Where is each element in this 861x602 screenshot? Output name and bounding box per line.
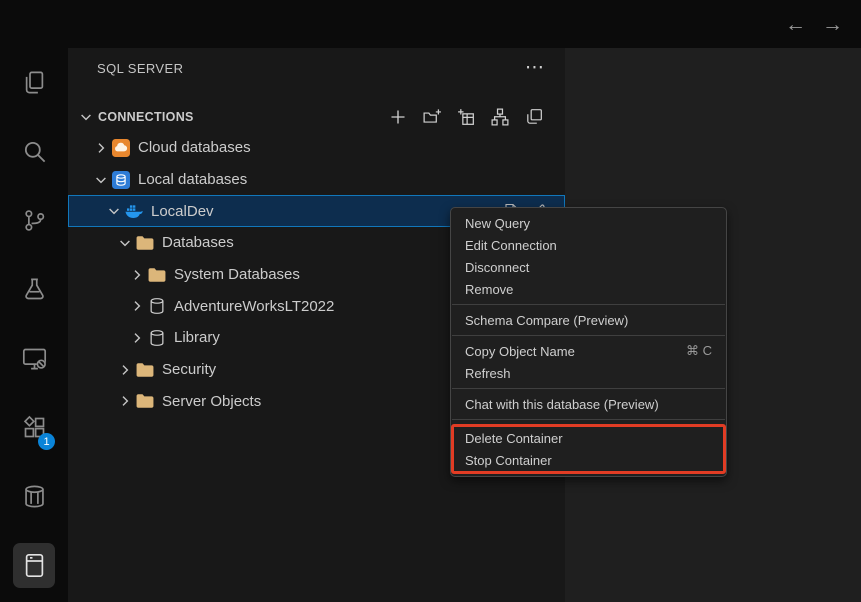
activity-item-remote-monitor[interactable] [0, 324, 68, 393]
menu-item-label: Chat with this database (Preview) [465, 397, 659, 412]
menu-item-label: Refresh [465, 366, 511, 381]
menu-item-label: Disconnect [465, 260, 529, 275]
menu-separator [452, 388, 725, 389]
menu-item-schema-compare-preview[interactable]: Schema Compare (Preview) [451, 309, 726, 331]
add-table-button[interactable] [457, 108, 475, 126]
add-table-icon [457, 108, 475, 126]
add-connection-button[interactable] [389, 108, 407, 126]
tree-item-label: Cloud databases [138, 139, 251, 156]
menu-separator [452, 419, 725, 420]
menu-item-delete-container[interactable]: Delete Container [454, 427, 723, 449]
chevron-right-icon[interactable] [126, 330, 148, 346]
menu-item-label: Stop Container [465, 453, 552, 468]
containers-icon [21, 483, 48, 510]
menu-section: Chat with this database (Preview) [451, 393, 726, 415]
connections-toolbar [389, 108, 565, 126]
search-icon [21, 138, 48, 165]
menu-item-disconnect[interactable]: Disconnect [451, 256, 726, 278]
tree-item-local-databases[interactable]: Local databases [68, 164, 565, 196]
chevron-right-icon[interactable] [90, 140, 112, 156]
menu-item-label: New Query [465, 216, 530, 231]
navigate-forward-button[interactable]: → [822, 14, 843, 35]
menu-item-label: Edit Connection [465, 238, 557, 253]
chevron-down-icon [78, 109, 94, 125]
activity-item-sql-server[interactable] [0, 531, 68, 600]
vscode-window: ← → 1 SQL SERVER ⋯ CONNECTIONS Cloud dat… [0, 0, 861, 602]
new-folder-icon [423, 108, 441, 126]
activity-item-search[interactable] [0, 117, 68, 186]
menu-item-label: Remove [465, 282, 513, 297]
folder-icon [136, 361, 162, 379]
tree-item-label: Local databases [138, 171, 247, 188]
chevron-right-icon[interactable] [126, 298, 148, 314]
tree-item-label: LocalDev [151, 203, 214, 220]
menu-item-label: Delete Container [465, 431, 563, 446]
menu-item-edit-connection[interactable]: Edit Connection [451, 234, 726, 256]
menu-item-new-query[interactable]: New Query [451, 212, 726, 234]
activity-bar: 1 [0, 48, 68, 602]
activity-item-test-beaker[interactable] [0, 255, 68, 324]
nav-arrows: ← → [785, 0, 843, 48]
cloud-databases-icon [112, 139, 138, 157]
menu-item-refresh[interactable]: Refresh [451, 362, 726, 384]
tree-item-label: Security [162, 361, 216, 378]
menu-item-remove[interactable]: Remove [451, 278, 726, 300]
folder-icon [136, 392, 162, 410]
tree-item-label: System Databases [174, 266, 300, 283]
sidebar-header: SQL SERVER ⋯ [68, 48, 565, 88]
menu-section: Copy Object Name ⌘ C Refresh [451, 340, 726, 384]
chevron-down-icon[interactable] [90, 172, 112, 188]
server-group-button[interactable] [491, 108, 509, 126]
activity-item-explorer[interactable] [0, 48, 68, 117]
context-menu: New Query Edit Connection Disconnect Remove… [450, 207, 727, 477]
chevron-right-icon[interactable] [114, 393, 136, 409]
activity-item-extensions[interactable]: 1 [0, 393, 68, 462]
beaker-icon [21, 276, 48, 303]
menu-item-copy-object-name[interactable]: Copy Object Name ⌘ C [451, 340, 726, 362]
extensions-badge: 1 [38, 433, 55, 450]
collapse-all-button[interactable] [525, 108, 543, 126]
duplicate-icon [525, 108, 543, 126]
chevron-right-icon[interactable] [126, 267, 148, 283]
folder-icon [136, 234, 162, 252]
menu-section: New Query Edit Connection Disconnect Remove [451, 212, 726, 300]
activity-item-containers[interactable] [0, 462, 68, 531]
tree-item-label: Library [174, 329, 220, 346]
annotation-box: Delete Container Stop Container [451, 424, 726, 474]
monitor-off-icon [21, 345, 48, 372]
explorer-icon [21, 69, 48, 96]
chevron-down-icon[interactable] [114, 235, 136, 251]
connections-section-label: CONNECTIONS [98, 110, 389, 124]
title-bar: ← → [0, 0, 861, 48]
menu-item-label: Copy Object Name [465, 344, 575, 359]
menu-item-stop-container[interactable]: Stop Container [454, 449, 723, 471]
add-icon [389, 108, 407, 126]
chevron-down-icon[interactable] [103, 203, 125, 219]
database-icon [148, 297, 174, 315]
folder-icon [148, 266, 174, 284]
menu-item-chat-with-this-database-preview[interactable]: Chat with this database (Preview) [451, 393, 726, 415]
chevron-right-icon[interactable] [114, 362, 136, 378]
tree-item-cloud-databases[interactable]: Cloud databases [68, 132, 565, 164]
tree-item-label: Server Objects [162, 393, 261, 410]
docker-icon [125, 202, 151, 220]
tree-item-label: Databases [162, 234, 234, 251]
activity-item-source-control[interactable] [0, 186, 68, 255]
connections-section-header[interactable]: CONNECTIONS [68, 102, 565, 132]
new-connection-group-button[interactable] [423, 108, 441, 126]
menu-item-keybinding: ⌘ C [686, 343, 712, 359]
database-icon [148, 329, 174, 347]
sql-server-icon [21, 552, 48, 579]
navigate-back-button[interactable]: ← [785, 14, 806, 35]
hierarchy-icon [491, 108, 509, 126]
menu-separator [452, 304, 725, 305]
tree-item-label: AdventureWorksLT2022 [174, 298, 334, 315]
local-databases-icon [112, 171, 138, 189]
sidebar-title: SQL SERVER [97, 61, 525, 76]
menu-separator [452, 335, 725, 336]
menu-section: Schema Compare (Preview) [451, 309, 726, 331]
menu-item-label: Schema Compare (Preview) [465, 313, 628, 328]
source-control-icon [21, 207, 48, 234]
